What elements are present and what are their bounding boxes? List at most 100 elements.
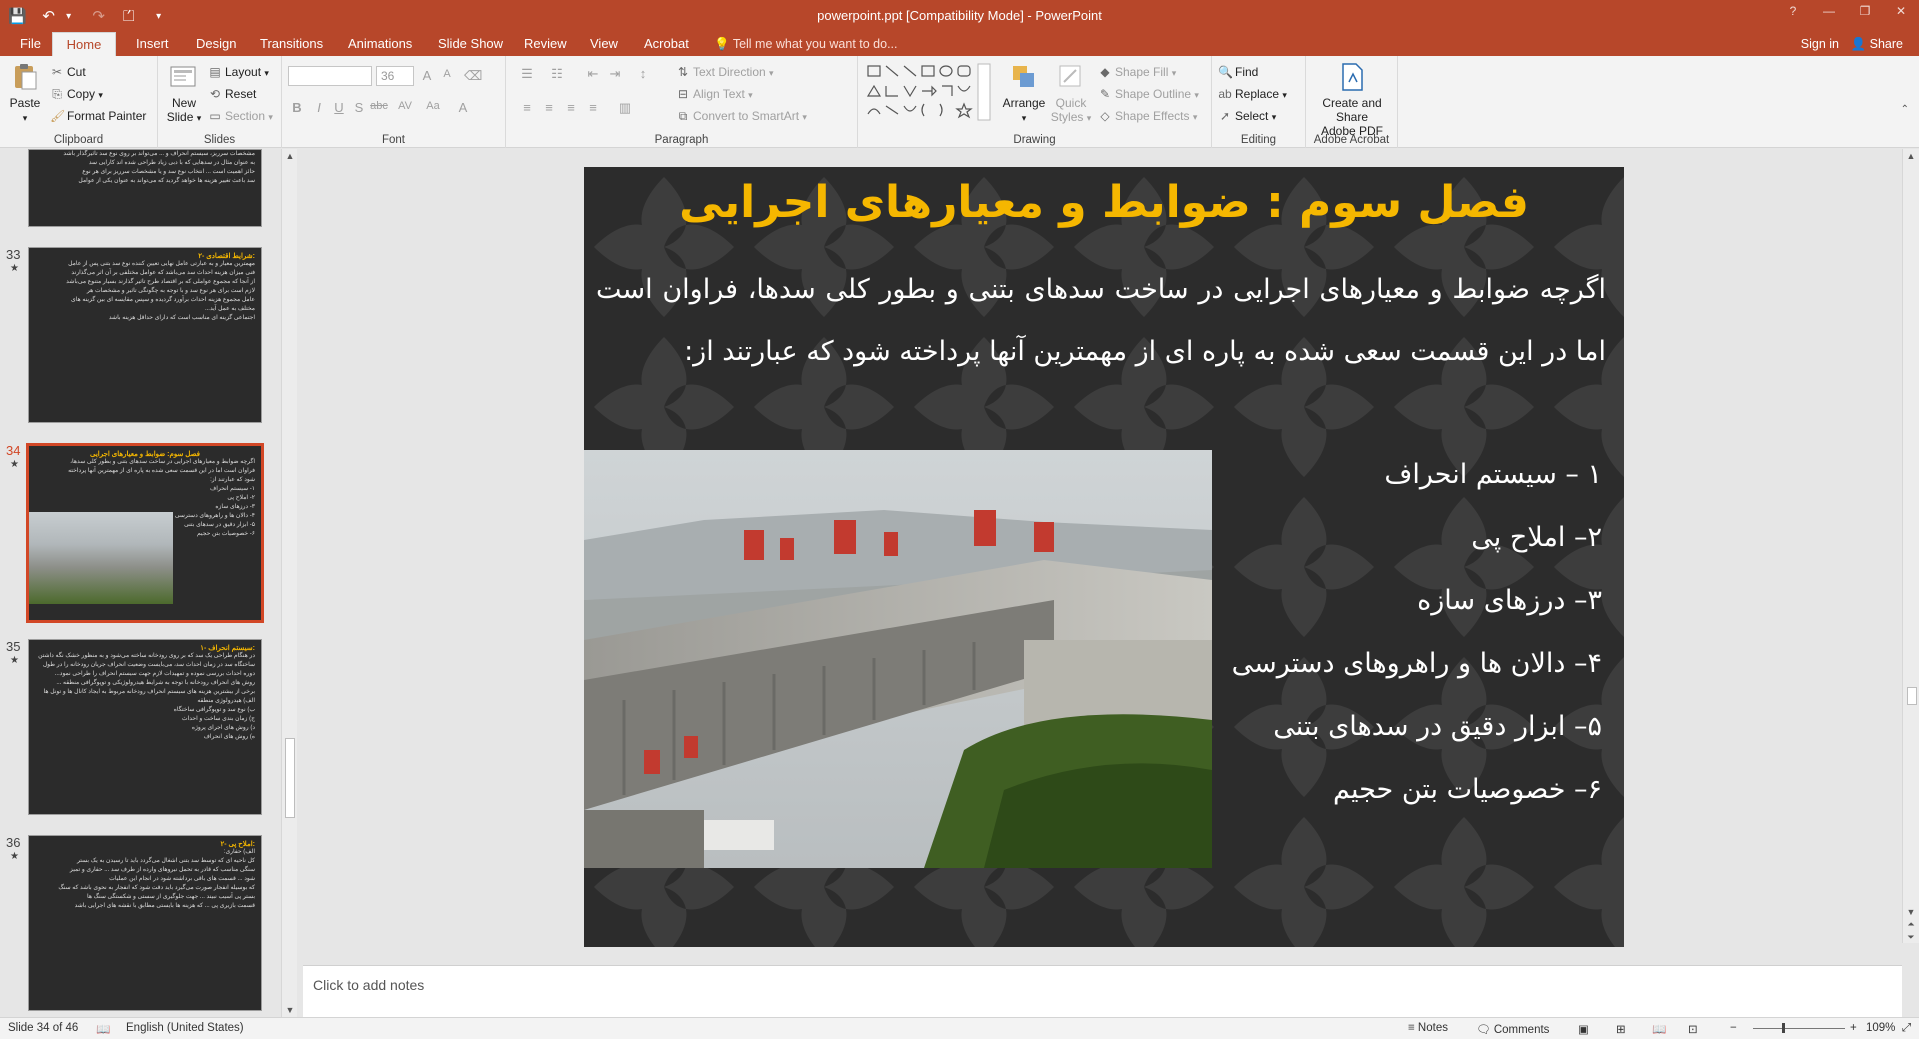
underline-button[interactable]: U: [330, 100, 348, 115]
change-case-button[interactable]: Aa: [424, 100, 442, 112]
tab-design[interactable]: Design: [188, 32, 244, 56]
bullets-icon[interactable]: ☰: [518, 66, 536, 82]
strikethrough-button[interactable]: abc: [370, 100, 388, 112]
slide-title[interactable]: فصل سوم : ضوابط و معیارهای اجرایی: [584, 177, 1624, 228]
text-direction-button[interactable]: ⇅ Text Direction ▾: [676, 63, 774, 81]
slide-show-icon[interactable]: ⊡: [1688, 1022, 1698, 1036]
ribbon-display-options-icon[interactable]: ?: [1775, 0, 1811, 24]
line-spacing-icon[interactable]: ↕: [634, 66, 652, 81]
scroll-up-arrow-icon[interactable]: ▲: [1903, 151, 1919, 161]
spelling-icon[interactable]: 📖: [96, 1022, 110, 1036]
replace-button[interactable]: ab Replace ▾: [1218, 85, 1287, 103]
previous-slide-icon[interactable]: ⏶: [1903, 919, 1919, 930]
format-painter-button[interactable]: 🖌 Format Painter: [50, 107, 146, 125]
slide-thumbnail-33[interactable]: ۲- شرایط اقتصادی: مهمترین معیار و به عبا…: [28, 247, 262, 423]
shape-fill-button[interactable]: ◆ Shape Fill ▾: [1098, 63, 1176, 81]
clear-formatting-icon[interactable]: ⌫: [464, 68, 482, 84]
tab-transitions[interactable]: Transitions: [252, 32, 331, 56]
arrange-button[interactable]: Arrange ▾: [1002, 62, 1046, 125]
slide-thumbnail-32[interactable]: مشخصات سرریز، سیستم انحراف و ... می‌توان…: [28, 149, 262, 227]
collapse-ribbon-icon[interactable]: ⌃: [1901, 104, 1909, 115]
tab-insert[interactable]: Insert: [128, 32, 177, 56]
align-text-button[interactable]: ⊟ Align Text ▾: [676, 85, 753, 103]
center-icon[interactable]: ≡: [540, 100, 558, 115]
create-pdf-button[interactable]: Create and Share Adobe PDF: [1308, 62, 1396, 138]
section-button[interactable]: ▭ Section ▾: [208, 107, 273, 125]
language-indicator[interactable]: English (United States): [126, 1022, 244, 1034]
new-slide-button[interactable]: New Slide ▾: [164, 62, 204, 125]
reset-button[interactable]: ⟲ Reset: [208, 85, 256, 103]
reading-view-icon[interactable]: 📖: [1652, 1022, 1666, 1036]
share-button[interactable]: 👤 Share: [1851, 32, 1903, 56]
layout-button[interactable]: ▤ Layout ▾: [208, 63, 269, 81]
character-spacing-button[interactable]: AV: [396, 100, 414, 112]
fit-to-window-icon[interactable]: ⤢: [1902, 1022, 1911, 1035]
tab-review[interactable]: Review: [516, 32, 575, 56]
slide-canvas[interactable]: فصل سوم : ضوابط و معیارهای اجرایی اگرچه …: [584, 167, 1624, 947]
font-color-button[interactable]: A: [454, 100, 472, 115]
increase-indent-icon[interactable]: ⇥: [606, 66, 624, 82]
convert-smartart-button[interactable]: ⧉ Convert to SmartArt ▾: [676, 107, 807, 125]
comments-toggle-button[interactable]: 🗨 Comments: [1476, 1022, 1549, 1036]
scroll-up-arrow-icon[interactable]: ▲: [282, 151, 298, 161]
slide-scrollbar[interactable]: ▲ ▼ ⏶ ⏷: [1902, 149, 1919, 943]
dam-photo[interactable]: [584, 450, 1212, 868]
next-slide-icon[interactable]: ⏷: [1903, 932, 1919, 943]
increase-font-icon[interactable]: A: [418, 68, 436, 83]
numbering-icon[interactable]: ☷: [548, 66, 566, 82]
thumbnails-scrollbar[interactable]: ▲ ▼: [281, 149, 297, 1017]
zoom-out-icon[interactable]: −: [1730, 1022, 1737, 1034]
slide-body-text[interactable]: اگرچه ضوابط و معیارهای اجرایی در ساخت سد…: [596, 259, 1606, 383]
quick-styles-button[interactable]: Quick Styles ▾: [1050, 62, 1092, 125]
slide-thumbnail-35[interactable]: ۱- سیستم انحراف: در هنگام طراحی یک سد که…: [28, 639, 262, 815]
decrease-font-icon[interactable]: A: [438, 68, 456, 80]
copy-button[interactable]: ⎘ Copy ▾: [50, 85, 103, 103]
normal-view-icon[interactable]: ▣: [1578, 1022, 1589, 1036]
tell-me-box[interactable]: 💡 Tell me what you want to do...: [714, 32, 898, 56]
scroll-down-arrow-icon[interactable]: ▼: [282, 1005, 298, 1015]
restore-icon[interactable]: ❐: [1847, 0, 1883, 24]
tab-animations[interactable]: Animations: [340, 32, 420, 56]
notes-pane[interactable]: Click to add notes: [303, 965, 1902, 1017]
cut-button[interactable]: ✂ Cut: [50, 63, 86, 81]
animation-star-icon: ★: [10, 459, 19, 470]
italic-button[interactable]: I: [310, 100, 328, 115]
paste-button[interactable]: Paste ▾: [6, 62, 44, 125]
zoom-level[interactable]: 109%: [1866, 1022, 1895, 1034]
columns-icon[interactable]: ▥: [616, 100, 634, 116]
tab-slide-show[interactable]: Slide Show: [430, 32, 511, 56]
bold-button[interactable]: B: [288, 100, 306, 115]
zoom-slider[interactable]: [1753, 1028, 1845, 1029]
list-item: ۴– دالان ها و راهروهای دسترسی: [1231, 648, 1602, 679]
select-button[interactable]: ➚ Select ▾: [1218, 107, 1276, 125]
tab-view[interactable]: View: [582, 32, 626, 56]
find-button[interactable]: 🔍 Find: [1218, 63, 1258, 81]
slide-thumbnail-34-selected[interactable]: فصل سوم: ضوابط و معیارهای اجرایی اگرچه ض…: [26, 443, 264, 623]
scrollbar-thumb[interactable]: [285, 738, 295, 818]
shadow-button[interactable]: S: [350, 100, 368, 115]
minimize-icon[interactable]: —: [1811, 0, 1847, 24]
zoom-slider-thumb[interactable]: [1782, 1023, 1785, 1033]
shapes-gallery[interactable]: [864, 62, 994, 122]
slide-thumbnail-36[interactable]: ۲- املاح پی: الف) حفاری: کل ناحیه ای که …: [28, 835, 262, 1011]
slide-bullet-list[interactable]: ۱ – سیستم انحراف ۲– املاح پی ۳– درزهای س…: [1232, 443, 1602, 821]
font-size-box[interactable]: 36: [376, 66, 414, 86]
scroll-down-arrow-icon[interactable]: ▼: [1903, 907, 1919, 917]
shape-outline-button[interactable]: ✎ Shape Outline ▾: [1098, 85, 1199, 103]
zoom-in-icon[interactable]: +: [1850, 1022, 1857, 1034]
align-left-icon[interactable]: ≡: [518, 100, 536, 115]
tab-acrobat[interactable]: Acrobat: [636, 32, 697, 56]
scrollbar-thumb[interactable]: [1907, 687, 1917, 705]
font-name-box[interactable]: [288, 66, 372, 86]
slide-sorter-icon[interactable]: ⊞: [1616, 1022, 1626, 1036]
align-right-icon[interactable]: ≡: [562, 100, 580, 115]
sign-in-link[interactable]: Sign in: [1801, 32, 1839, 56]
justify-icon[interactable]: ≡: [584, 100, 602, 115]
notes-toggle-button[interactable]: ≡ Notes: [1408, 1022, 1448, 1034]
shape-effects-button[interactable]: ◇ Shape Effects ▾: [1098, 107, 1197, 125]
shape-effects-label: Shape Effects: [1115, 109, 1190, 123]
tab-file[interactable]: File: [12, 32, 49, 56]
tab-home[interactable]: Home: [52, 32, 116, 56]
close-icon[interactable]: ✕: [1883, 0, 1919, 24]
decrease-indent-icon[interactable]: ⇤: [584, 66, 602, 82]
